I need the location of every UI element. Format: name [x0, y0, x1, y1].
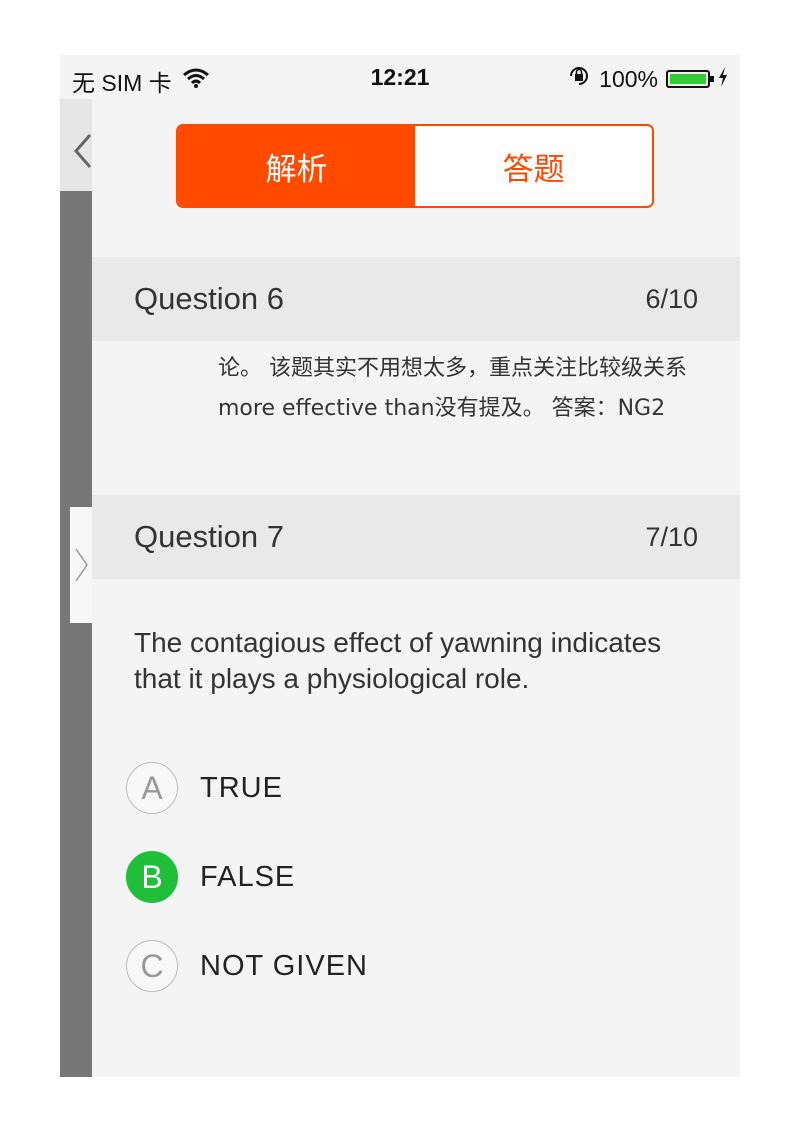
option-c[interactable]: C NOT GIVEN — [126, 938, 368, 994]
orientation-lock-icon — [567, 64, 591, 94]
tab-answer[interactable]: 答题 — [415, 126, 652, 206]
question-7-header: Question 7 7/10 — [92, 495, 740, 579]
option-label: TRUE — [200, 771, 283, 804]
status-right: 100% — [567, 64, 728, 94]
option-letter-badge: C — [126, 940, 178, 992]
option-label: NOT GIVEN — [200, 949, 368, 982]
charging-icon — [718, 66, 728, 93]
question-title: Question 6 — [134, 281, 284, 316]
question-6-analysis: 论。 该题其实不用想太多，重点关注比较级关系more effective tha… — [218, 356, 687, 421]
status-bar: 无 SIM 卡 12:21 100% — [60, 55, 740, 99]
option-letter-badge: A — [126, 762, 178, 814]
question-count: 7/10 — [645, 521, 698, 552]
battery-nub — [710, 76, 714, 82]
question-6-header: Question 6 6/10 — [92, 257, 740, 341]
battery-fill — [670, 74, 706, 84]
option-letter-badge-selected: B — [126, 851, 178, 903]
back-chevron-icon[interactable] — [72, 133, 92, 169]
battery-icon — [666, 70, 714, 88]
option-label: FALSE — [200, 860, 296, 893]
tab-analysis[interactable]: 解析 — [178, 126, 415, 206]
battery-percent: 100% — [599, 65, 658, 92]
question-count: 6/10 — [645, 283, 698, 314]
phone-screen: 无 SIM 卡 12:21 100% 解析 答题 Question 6 6/10… — [60, 55, 740, 1077]
option-b[interactable]: B FALSE — [126, 849, 295, 905]
option-a[interactable]: A TRUE — [126, 760, 283, 816]
question-7-text: The contagious effect of yawning indicat… — [134, 627, 662, 694]
question-title: Question 7 — [134, 519, 284, 554]
drawer-handle[interactable] — [70, 507, 92, 623]
mode-segmented-control: 解析 答题 — [176, 124, 654, 208]
